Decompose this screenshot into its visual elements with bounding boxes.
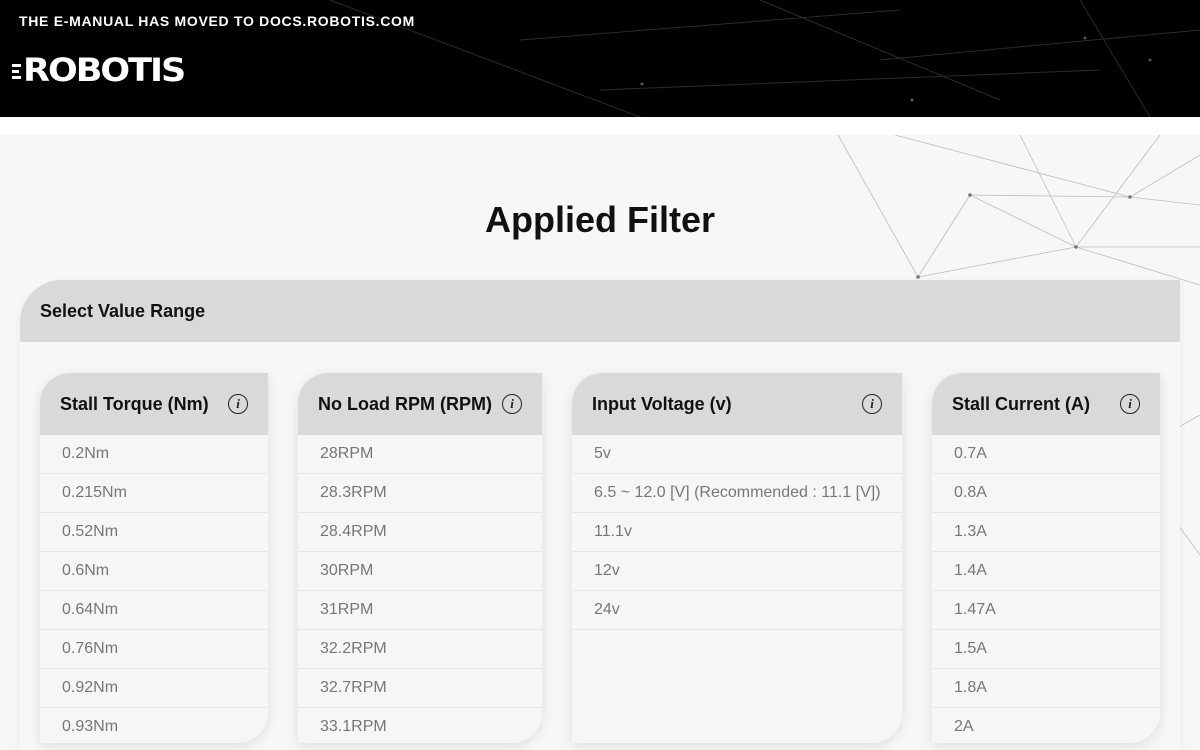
docs-moved-notice[interactable]: THE E-MANUAL HAS MOVED TO DOCS.ROBOTIS.C… xyxy=(19,13,415,29)
list-item[interactable]: 6.5 ~ 12.0 [V] (Recommended : 11.1 [V]) xyxy=(572,474,902,513)
list-item[interactable]: 0.7A xyxy=(932,435,1160,474)
list-item[interactable]: 0.93Nm xyxy=(40,708,268,743)
list-item[interactable]: 1.47A xyxy=(932,591,1160,630)
list-item[interactable]: 30RPM xyxy=(298,552,542,591)
list-item[interactable]: 0.52Nm xyxy=(40,513,268,552)
list-item[interactable]: 1.3A xyxy=(932,513,1160,552)
list-item[interactable]: 28RPM xyxy=(298,435,542,474)
filter-card-no-load-rpm: No Load RPM (RPM) i 28RPM 28.3RPM 28.4RP… xyxy=(298,373,542,743)
filter-card-title: No Load RPM (RPM) xyxy=(318,393,492,414)
list-item[interactable]: 0.2Nm xyxy=(40,435,268,474)
filter-card-stall-torque: Stall Torque (Nm) i 0.2Nm 0.215Nm 0.52Nm… xyxy=(40,373,268,743)
list-item[interactable]: 0.64Nm xyxy=(40,591,268,630)
option-list: 0.2Nm 0.215Nm 0.52Nm 0.6Nm 0.64Nm 0.76Nm… xyxy=(40,435,268,743)
main-content: Applied Filter Select Value Range Stall … xyxy=(0,135,1200,750)
list-item[interactable]: 2A xyxy=(932,708,1160,743)
info-icon[interactable]: i xyxy=(862,394,882,414)
list-item[interactable]: 11.1v xyxy=(572,513,902,552)
info-icon[interactable]: i xyxy=(502,394,522,414)
list-item[interactable]: 1.5A xyxy=(932,630,1160,669)
list-item[interactable]: 0.6Nm xyxy=(40,552,268,591)
page-title: Applied Filter xyxy=(484,199,715,240)
filter-card-header: Stall Current (A) i xyxy=(932,373,1160,435)
site-header: THE E-MANUAL HAS MOVED TO DOCS.ROBOTIS.C… xyxy=(0,0,1200,117)
list-item[interactable]: 28.4RPM xyxy=(298,513,542,552)
list-item[interactable]: 5v xyxy=(572,435,902,474)
filter-panel: Select Value Range Stall Torque (Nm) i 0… xyxy=(20,280,1180,750)
list-item[interactable]: 0.92Nm xyxy=(40,669,268,708)
list-item[interactable]: 1.4A xyxy=(932,552,1160,591)
filter-card-title: Stall Current (A) xyxy=(952,393,1091,414)
option-list: 28RPM 28.3RPM 28.4RPM 30RPM 31RPM 32.2RP… xyxy=(298,435,542,743)
option-list: 5v 6.5 ~ 12.0 [V] (Recommended : 11.1 [V… xyxy=(572,435,902,630)
filter-panel-header: Select Value Range xyxy=(20,280,1180,342)
filter-card-header: Input Voltage (v) i xyxy=(572,373,902,435)
filter-card-header: No Load RPM (RPM) i xyxy=(298,373,542,435)
list-item[interactable]: 24v xyxy=(572,591,902,630)
filter-card-input-voltage: Input Voltage (v) i 5v 6.5 ~ 12.0 [V] (R… xyxy=(572,373,902,743)
list-item[interactable]: 12v xyxy=(572,552,902,591)
filter-card-stall-current: Stall Current (A) i 0.7A 0.8A 1.3A 1.4A … xyxy=(932,373,1160,743)
list-item[interactable]: 0.215Nm xyxy=(40,474,268,513)
filter-card-title: Input Voltage (v) xyxy=(592,393,732,414)
list-item[interactable]: 32.7RPM xyxy=(298,669,542,708)
list-item[interactable]: 1.8A xyxy=(932,669,1160,708)
info-icon[interactable]: i xyxy=(1120,394,1140,414)
list-item[interactable]: 32.2RPM xyxy=(298,630,542,669)
list-item[interactable]: 31RPM xyxy=(298,591,542,630)
filter-card-header: Stall Torque (Nm) i xyxy=(40,373,268,435)
option-list: 0.7A 0.8A 1.3A 1.4A 1.47A 1.5A 1.8A 2A xyxy=(932,435,1160,743)
list-item[interactable]: 0.8A xyxy=(932,474,1160,513)
logo-text: ROBOTIS xyxy=(23,52,186,90)
logo-speed-lines xyxy=(12,63,21,79)
list-item[interactable]: 28.3RPM xyxy=(298,474,542,513)
filter-card-title: Stall Torque (Nm) xyxy=(60,393,209,414)
list-item[interactable]: 33.1RPM xyxy=(298,708,542,743)
robotis-logo[interactable]: ROBOTIS xyxy=(12,52,186,90)
list-item[interactable]: 0.76Nm xyxy=(40,630,268,669)
info-icon[interactable]: i xyxy=(228,394,248,414)
